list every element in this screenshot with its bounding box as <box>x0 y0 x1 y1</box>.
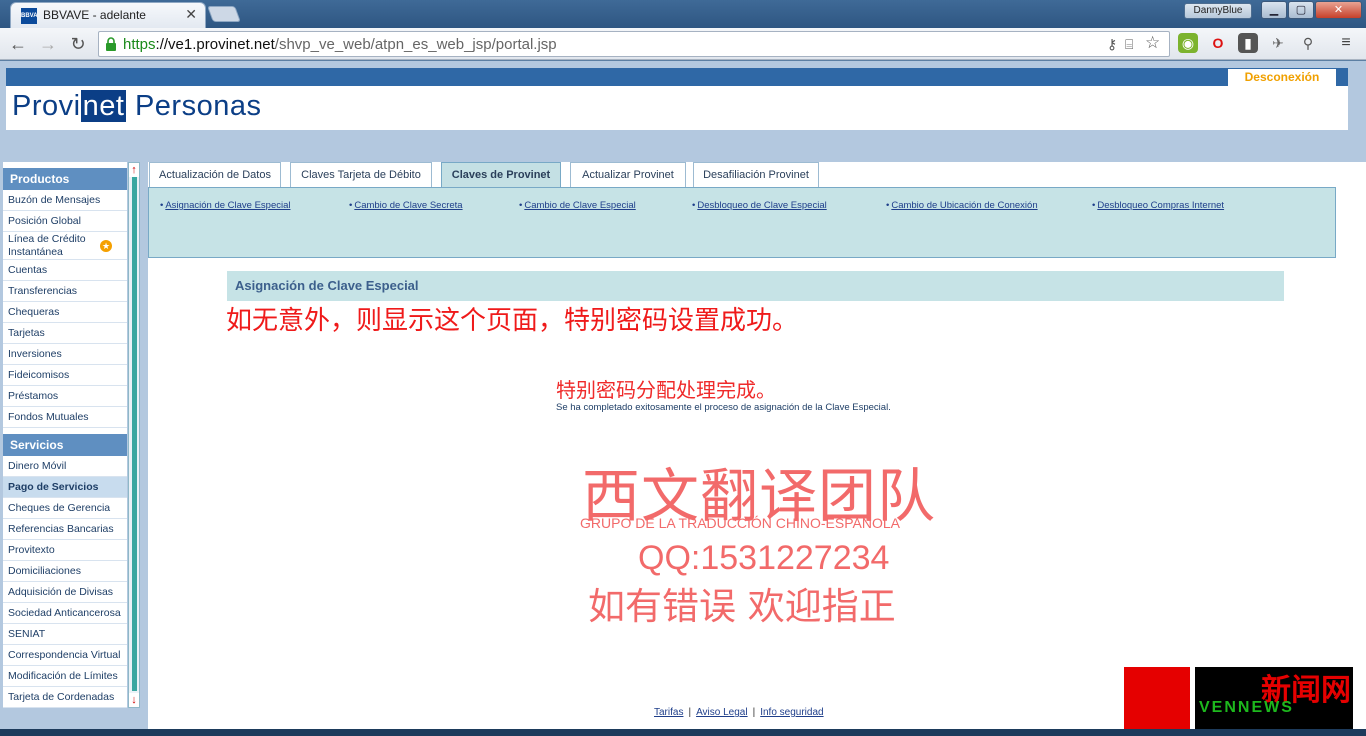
maximize-button[interactable]: ▢ <box>1288 1 1314 19</box>
sublink-cambio-ubicacion[interactable]: Cambio de Ubicación de Conexión <box>886 200 1037 211</box>
sidebar-item-transferencias[interactable]: Transferencias <box>3 281 127 302</box>
sidebar-section-services: Servicios <box>3 434 127 456</box>
news-logo-red-block <box>1124 667 1190 729</box>
lock-icon <box>106 37 116 51</box>
sidebar-item-fideicomisos[interactable]: Fideicomisos <box>3 365 127 386</box>
forward-arrow-icon[interactable]: → <box>36 32 60 56</box>
sidebar-section-products: Productos <box>3 168 127 190</box>
minimize-button[interactable]: ▁ <box>1261 1 1287 19</box>
top-band <box>6 68 1348 86</box>
sidebar-scrollbar[interactable]: ↑ ↓ <box>128 162 140 708</box>
provinet-logo[interactable]: Provinet Personas <box>12 90 261 123</box>
menu-icon[interactable]: ≡ <box>1336 33 1356 53</box>
sublink-cambio-clave-especial[interactable]: Cambio de Clave Especial <box>519 200 635 211</box>
sidebar-item-seniat[interactable]: SENIAT <box>3 624 127 645</box>
star-badge-icon: ★ <box>100 240 112 252</box>
browser-titlebar: BBVA BBVAVE - adelante ✕ DannyBlue ▁ ▢ ✕ <box>0 0 1366 28</box>
sidebar-item-provitexto[interactable]: Provitexto <box>3 540 127 561</box>
main-content: Actualización de Datos Claves Tarjeta de… <box>148 162 1366 729</box>
sublink-desbloqueo-clave[interactable]: Desbloqueo de Clave Especial <box>692 200 826 211</box>
zoom-icon[interactable]: ⚲ <box>1298 33 1318 53</box>
sidebar: Productos Buzón de Mensajes Posición Glo… <box>3 162 127 708</box>
tab-claves-tarjeta-debito[interactable]: Claves Tarjeta de Débito <box>290 162 432 187</box>
sidebar-item-pago-servicios[interactable]: Pago de Servicios <box>3 477 127 498</box>
sidebar-item-limites[interactable]: Modificación de Límites <box>3 666 127 687</box>
opera-icon[interactable]: O <box>1208 33 1228 53</box>
sidebar-item-posicion-global[interactable]: Posición Global <box>3 211 127 232</box>
scroll-down-arrow-icon[interactable]: ↓ <box>129 693 139 707</box>
tab-title: BBVAVE - adelante <box>43 8 146 22</box>
bbva-favicon-icon: BBVA <box>21 8 38 24</box>
footer-link-info-seguridad[interactable]: Info seguridad <box>760 707 823 718</box>
sublink-cambio-clave-secreta[interactable]: Cambio de Clave Secreta <box>349 200 462 211</box>
annotation-overlay-1: 如无意外，则显示这个页面，特别密码设置成功。 <box>226 306 799 336</box>
scroll-track[interactable] <box>132 177 137 691</box>
tab-desafiliacion-provinet[interactable]: Desafiliación Provinet <box>693 162 819 187</box>
news-logo-english: VENNEWS <box>1199 699 1294 716</box>
footer-links: Tarifas | Aviso Legal | Info seguridad <box>654 707 824 718</box>
footer-separator: | <box>688 707 692 718</box>
address-bar[interactable]: https://ve1.provinet.net/shvp_ve_web/atp… <box>98 31 1170 57</box>
bookmark-star-icon[interactable]: ☆ <box>1145 33 1160 53</box>
sub-navigation-panel: Asignación de Clave Especial Cambio de C… <box>148 187 1336 258</box>
scroll-up-arrow-icon[interactable]: ↑ <box>129 163 139 177</box>
tab-bar: Actualización de Datos Claves Tarjeta de… <box>148 162 1336 189</box>
success-message: Se ha completado exitosamente el proceso… <box>556 402 891 413</box>
sidebar-item-cordenadas[interactable]: Tarjeta de Cordenadas <box>3 687 127 708</box>
sidebar-item-divisas[interactable]: Adquisición de Divisas <box>3 582 127 603</box>
reload-icon[interactable]: ↻ <box>66 32 90 56</box>
sidebar-item-inversiones[interactable]: Inversiones <box>3 344 127 365</box>
watermark-chinese-2: 如有错误 欢迎指正 <box>588 585 896 628</box>
sidebar-item-domiciliaciones[interactable]: Domiciliaciones <box>3 561 127 582</box>
footer-separator: | <box>752 707 756 718</box>
new-tab-button[interactable] <box>207 6 241 22</box>
sidebar-item-referencias[interactable]: Referencias Bancarias <box>3 519 127 540</box>
tab-actualizar-provinet[interactable]: Actualizar Provinet <box>570 162 686 187</box>
close-window-button[interactable]: ✕ <box>1315 1 1362 19</box>
os-taskbar <box>0 729 1366 736</box>
browser-toolbar: ← → ↻ https://ve1.provinet.net/shvp_ve_w… <box>0 28 1366 60</box>
sidebar-item-linea-credito[interactable]: Línea de Crédito Instantánea ★ <box>3 232 127 260</box>
extension-green-icon[interactable]: ◉ <box>1178 33 1198 53</box>
back-arrow-icon[interactable]: ← <box>6 32 30 56</box>
url-text: https://ve1.provinet.net/shvp_ve_web/atp… <box>123 36 557 53</box>
sublink-asignacion-clave[interactable]: Asignación de Clave Especial <box>160 200 290 211</box>
watermark-qq: QQ:1531227234 <box>638 539 890 577</box>
sidebar-item-cheques-gerencia[interactable]: Cheques de Gerencia <box>3 498 127 519</box>
footer-link-aviso-legal[interactable]: Aviso Legal <box>696 707 748 718</box>
tab-claves-provinet[interactable]: Claves de Provinet <box>441 162 561 189</box>
key-icon[interactable]: ⚷ <box>1107 36 1117 53</box>
sidebar-item-correspondencia[interactable]: Correspondencia Virtual <box>3 645 127 666</box>
watermark-spanish: GRUPO DE LA TRADUCCIÓN CHINO-ESPAÑOLA <box>580 515 900 531</box>
tab-actualizacion-datos[interactable]: Actualización de Datos <box>149 162 281 187</box>
bird-icon[interactable]: ✈ <box>1268 33 1288 53</box>
sidebar-item-buzon[interactable]: Buzón de Mensajes <box>3 190 127 211</box>
sidebar-item-prestamos[interactable]: Préstamos <box>3 386 127 407</box>
site-header: Provinet Personas <box>6 86 1348 130</box>
footer-link-tarifas[interactable]: Tarifas <box>654 707 683 718</box>
translate-icon[interactable]: ⌸ <box>1125 36 1133 53</box>
extension-dark-icon[interactable]: ▮ <box>1238 33 1258 53</box>
tab-close-icon[interactable]: ✕ <box>185 6 197 23</box>
sidebar-item-fondos-mutuales[interactable]: Fondos Mutuales <box>3 407 127 428</box>
annotation-overlay-2: 特别密码分配处理完成。 <box>556 378 776 402</box>
sublink-desbloqueo-compras[interactable]: Desbloqueo Compras Internet <box>1092 200 1224 211</box>
news-logo: 新闻网 VENNEWS <box>1195 667 1353 729</box>
sidebar-item-anticancerosa[interactable]: Sociedad Anticancerosa <box>3 603 127 624</box>
profile-badge[interactable]: DannyBlue <box>1184 3 1252 19</box>
sidebar-item-tarjetas[interactable]: Tarjetas <box>3 323 127 344</box>
logout-link[interactable]: Desconexión <box>1228 69 1336 86</box>
section-title: Asignación de Clave Especial <box>227 271 1284 301</box>
sidebar-item-cuentas[interactable]: Cuentas <box>3 260 127 281</box>
browser-tab[interactable]: BBVA BBVAVE - adelante ✕ <box>10 2 206 28</box>
web-page: Desconexión Provinet Personas Productos … <box>0 61 1366 729</box>
sidebar-item-chequeras[interactable]: Chequeras <box>3 302 127 323</box>
sidebar-item-dinero-movil[interactable]: Dinero Móvil <box>3 456 127 477</box>
